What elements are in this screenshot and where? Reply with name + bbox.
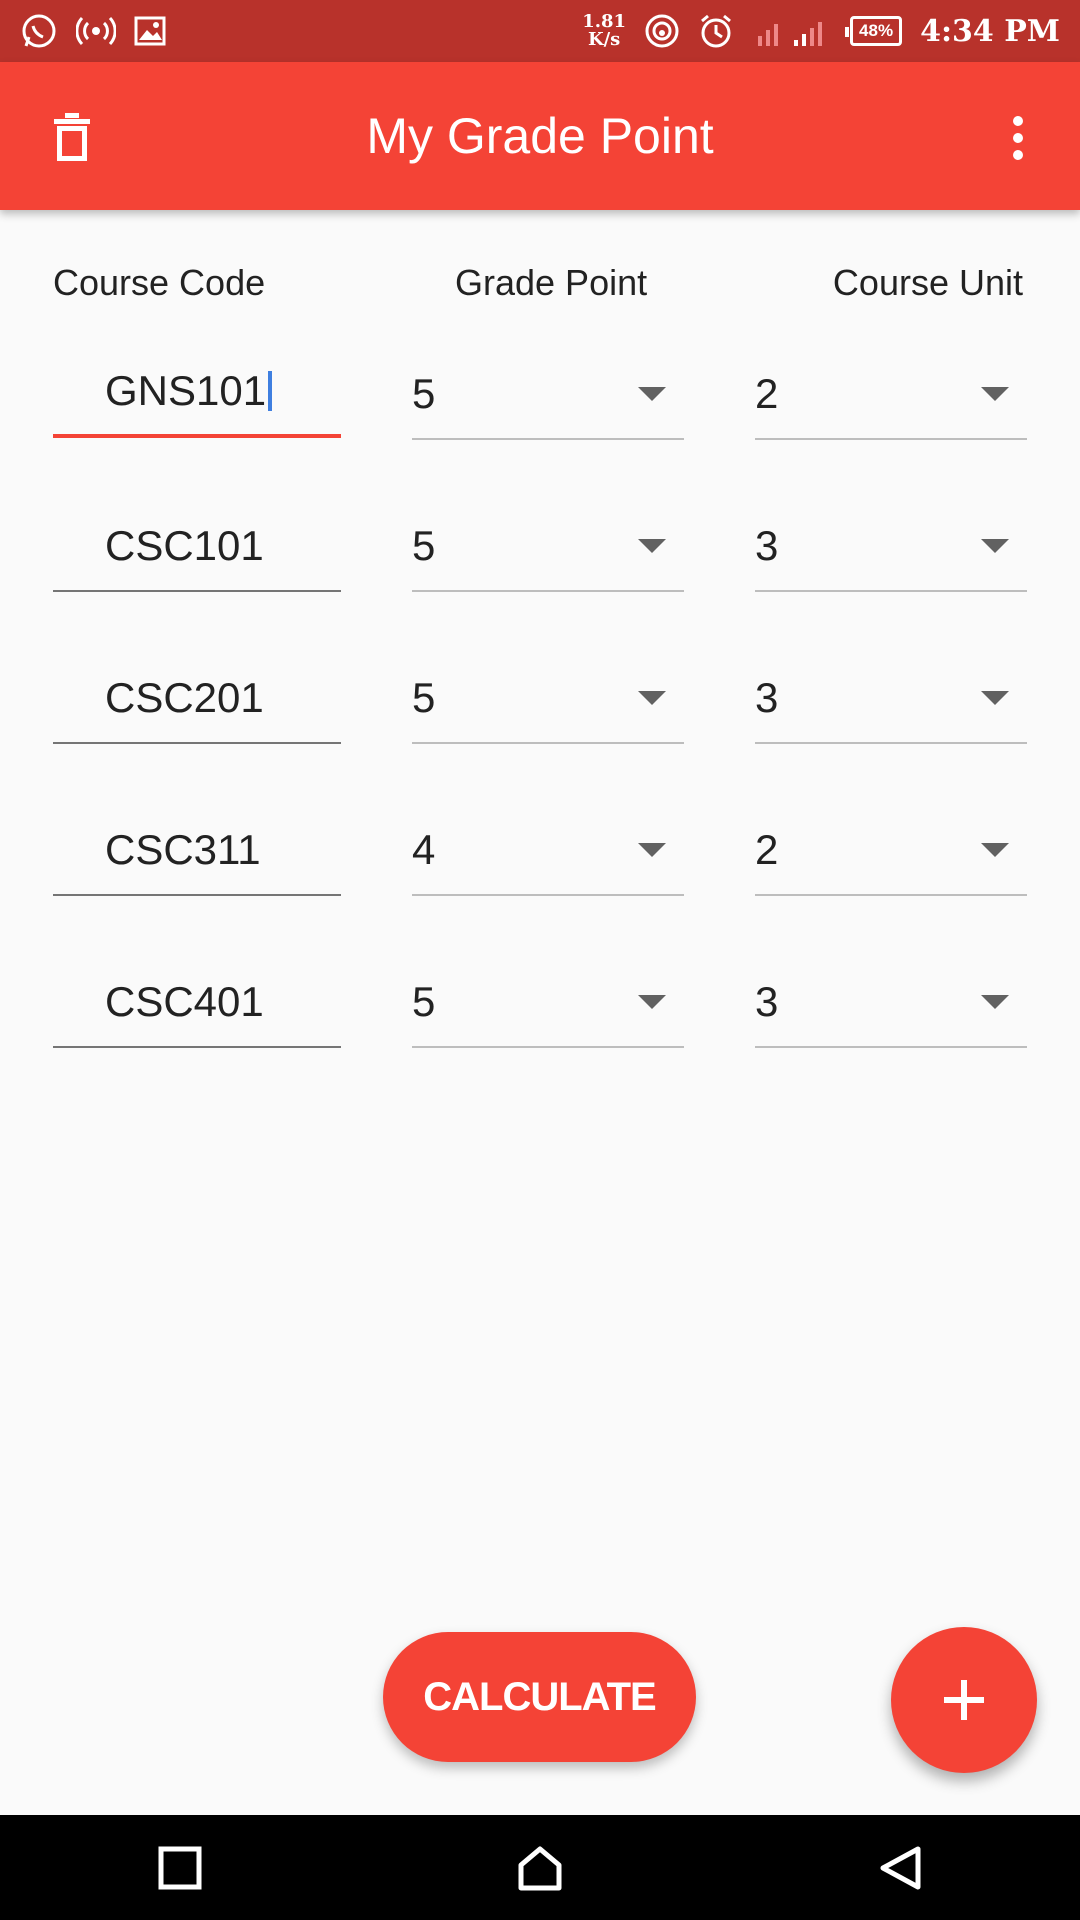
back-button[interactable] — [860, 1828, 940, 1908]
grade-point-dropdown[interactable]: 5 — [412, 502, 684, 592]
course-unit-dropdown[interactable]: 2 — [755, 806, 1027, 896]
course-unit-value: 3 — [755, 674, 779, 721]
dropdown-arrow-icon — [638, 843, 666, 857]
back-triangle-icon — [880, 1846, 921, 1889]
dropdown-arrow-icon — [981, 843, 1009, 857]
calculate-button[interactable]: CALCULATE — [383, 1632, 696, 1762]
gallery-icon — [134, 11, 166, 51]
dropdown-arrow-icon — [638, 691, 666, 705]
grade-point-value: 4 — [412, 826, 436, 873]
clock: 4:34 PM — [920, 13, 1060, 49]
recent-apps-button[interactable] — [140, 1828, 220, 1908]
text-cursor — [268, 371, 273, 411]
grade-point-dropdown[interactable]: 4 — [412, 806, 684, 896]
network-speed: 1.81 K/s — [582, 13, 626, 49]
course-code-input[interactable]: CSC311 — [53, 806, 341, 896]
dropdown-arrow-icon — [981, 995, 1009, 1009]
course-unit-dropdown[interactable]: 3 — [755, 958, 1027, 1048]
alarm-icon — [698, 11, 734, 51]
dropdown-arrow-icon — [981, 539, 1009, 553]
home-icon — [518, 1846, 562, 1890]
trash-icon — [54, 113, 90, 161]
app-bar: My Grade Point — [0, 62, 1080, 210]
course-code-value: CSC101 — [105, 522, 264, 569]
grade-point-dropdown[interactable]: 5 — [412, 350, 684, 440]
course-unit-dropdown[interactable]: 3 — [755, 654, 1027, 744]
more-vert-icon — [1013, 116, 1023, 160]
grade-point-dropdown[interactable]: 5 — [412, 958, 684, 1048]
grade-point-value: 5 — [412, 978, 436, 1025]
course-code-input[interactable]: CSC101 — [53, 502, 341, 592]
header-course-code: Course Code — [53, 262, 266, 303]
dropdown-arrow-icon — [638, 995, 666, 1009]
course-unit-value: 3 — [755, 978, 779, 1025]
nav-buttons — [0, 1828, 1080, 1908]
course-code-value: CSC401 — [105, 978, 264, 1025]
dropdown-arrow-icon — [981, 387, 1009, 401]
course-code-value: CSC311 — [105, 826, 261, 873]
status-right: 1.81 K/s 48% 4:34 PM — [582, 11, 1060, 51]
course-unit-value: 3 — [755, 522, 779, 569]
more-options-button[interactable] — [986, 106, 1050, 170]
course-code-input[interactable]: CSC201 — [53, 654, 341, 744]
header-course-unit: Course Unit — [832, 262, 1023, 303]
grade-point-dropdown[interactable]: 5 — [412, 654, 684, 744]
course-code-value: GNS101 — [105, 367, 267, 414]
course-code-input[interactable]: GNS101 — [53, 348, 341, 438]
grade-point-value: 5 — [412, 522, 436, 569]
home-button[interactable] — [500, 1828, 580, 1908]
plus-icon — [944, 1680, 984, 1720]
add-course-button[interactable] — [891, 1627, 1037, 1773]
course-code-value: CSC201 — [105, 674, 264, 721]
status-bar: 1.81 K/s 48% 4:34 PM — [0, 0, 1080, 62]
battery-indicator: 48% — [845, 16, 903, 46]
whatsapp-icon — [20, 11, 58, 51]
grade-point-value: 5 — [412, 370, 436, 417]
square-icon — [158, 1846, 202, 1889]
app-title: My Grade Point — [366, 108, 714, 164]
course-unit-dropdown[interactable]: 2 — [755, 350, 1027, 440]
course-unit-dropdown[interactable]: 3 — [755, 502, 1027, 592]
grade-point-value: 5 — [412, 674, 436, 721]
status-left — [20, 11, 166, 51]
navigation-bar — [0, 1815, 1080, 1920]
speed-unit: K/s — [587, 29, 621, 50]
course-code-input[interactable]: CSC401 — [53, 958, 341, 1048]
course-unit-value: 2 — [755, 370, 779, 417]
signal-icon — [752, 11, 832, 51]
delete-button[interactable] — [40, 106, 104, 170]
hotspot-icon — [76, 11, 116, 51]
dropdown-arrow-icon — [638, 387, 666, 401]
dropdown-arrow-icon — [638, 539, 666, 553]
wifi-icon — [644, 11, 680, 51]
dropdown-arrow-icon — [981, 691, 1009, 705]
header-grade-point: Grade Point — [455, 262, 648, 303]
course-unit-value: 2 — [755, 826, 779, 873]
